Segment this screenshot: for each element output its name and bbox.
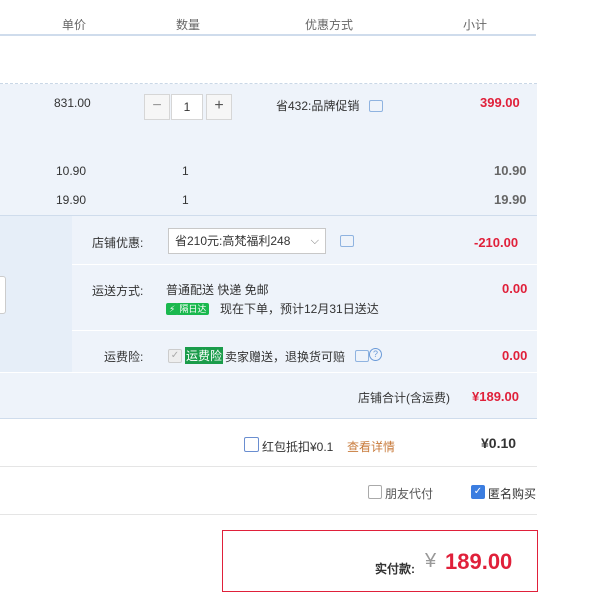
- shop-total-divider: [0, 372, 537, 373]
- payment-box: 实付款: ¥ 189.00: [222, 530, 538, 592]
- insurance-text: 卖家赠送，退换货可赔: [225, 350, 346, 364]
- next-day-badge: 隔日达: [176, 303, 210, 315]
- shop-discount-select[interactable]: 省210元:高梵福利248 ⌵: [168, 228, 326, 254]
- item-main-unit-price: 831.00: [54, 96, 91, 110]
- shipping-label: 运送方式:: [92, 284, 144, 298]
- shop-total-row: [0, 372, 537, 418]
- shipping-badge: ⚡ 隔日达: [166, 301, 210, 315]
- shop-discount-label: 店铺优惠:: [92, 236, 144, 250]
- header-divider: [0, 34, 536, 36]
- header-subtotal: 小计: [463, 18, 488, 32]
- message-icon[interactable]: [355, 350, 369, 362]
- chevron-down-icon: ⌵: [310, 235, 319, 247]
- quantity-minus-button[interactable]: −: [144, 94, 170, 120]
- payment-currency: ¥: [425, 550, 437, 572]
- header-quantity: 数量: [176, 18, 201, 32]
- redpacket-details-link[interactable]: 查看详情: [347, 438, 395, 455]
- anonymous-checkbox[interactable]: ✓: [471, 485, 485, 499]
- item-3-unit-price: 19.90: [56, 193, 87, 207]
- shop-top-divider: [0, 215, 537, 216]
- shop-left-panel-edge: [0, 276, 6, 314]
- shop-discount-select-value: 省210元:高梵福利248: [175, 234, 291, 248]
- redpacket-label: 红包抵扣¥0.1: [262, 440, 334, 454]
- shop-discount-amount: -210.00: [474, 235, 519, 250]
- redpacket-divider: [0, 466, 537, 467]
- item-main-subtotal: 399.00: [480, 95, 520, 110]
- quantity-input[interactable]: 1: [171, 94, 203, 120]
- payment-label: 实付款:: [375, 562, 415, 576]
- shop-total-label: 店铺合计(含运费): [358, 391, 450, 405]
- shop-row-divider-2: [72, 330, 537, 331]
- shipping-method: 普通配送 快递 免邮: [166, 283, 269, 297]
- shop-row-divider-1: [72, 264, 537, 265]
- message-icon[interactable]: [369, 100, 383, 112]
- insurance-amount: 0.00: [502, 348, 528, 363]
- item-main-discount: 省432:品牌促销: [276, 99, 360, 113]
- item-2-quantity: 1: [182, 164, 189, 178]
- header-unit-price: 单价: [62, 18, 87, 32]
- item-block-top-border: [0, 83, 537, 84]
- shipping-amount: 0.00: [502, 281, 528, 296]
- message-icon[interactable]: [340, 235, 354, 247]
- quantity-plus-button[interactable]: +: [206, 94, 232, 120]
- item-2-unit-price: 10.90: [56, 164, 87, 178]
- shop-total-value: ¥189.00: [472, 389, 519, 404]
- options-divider: [0, 514, 537, 515]
- item-2-subtotal: 10.90: [494, 163, 527, 178]
- insurance-tag: 运费险: [185, 347, 224, 364]
- redpacket-checkbox[interactable]: [244, 437, 259, 452]
- insurance-checkbox: ✓: [168, 349, 182, 363]
- header-discount-method: 优惠方式: [305, 18, 354, 32]
- payment-amount: 189.00: [445, 549, 513, 574]
- friend-pay-label[interactable]: 朋友代付: [385, 485, 433, 502]
- shop-section-left: [0, 216, 72, 372]
- shipping-note: 现在下单，预计12月31日送达: [220, 302, 379, 316]
- anonymous-label[interactable]: 匿名购买: [488, 485, 536, 502]
- item-3-subtotal: 19.90: [494, 192, 527, 207]
- insurance-label: 运费险:: [104, 350, 144, 364]
- shop-bottom-divider: [0, 418, 537, 419]
- item-3-quantity: 1: [182, 193, 189, 207]
- friend-pay-checkbox[interactable]: [368, 485, 382, 499]
- help-icon[interactable]: ?: [369, 348, 382, 361]
- redpacket-amount: ¥0.10: [481, 435, 517, 451]
